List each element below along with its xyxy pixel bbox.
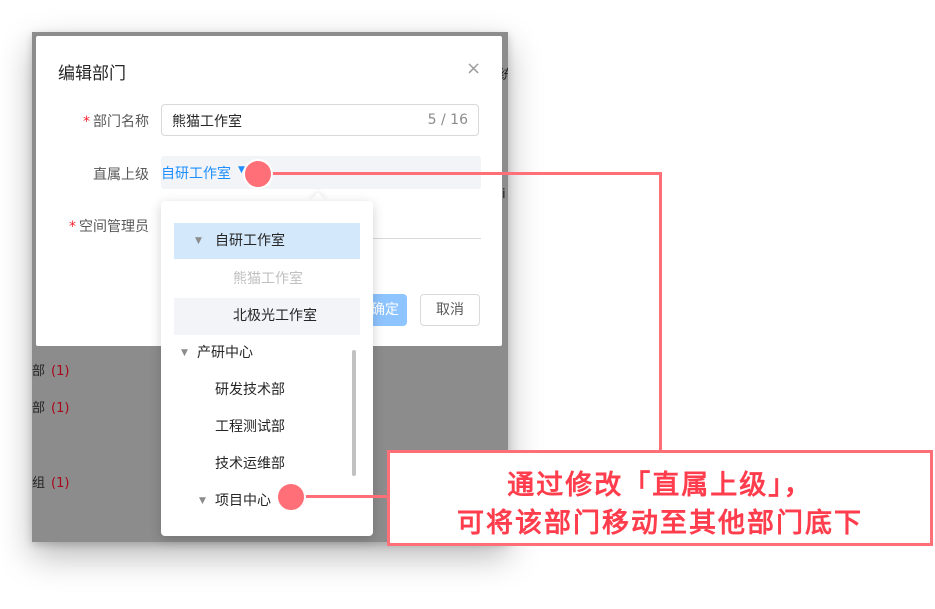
background-item-label: 组 <box>32 476 46 491</box>
tree-node-beijiguang[interactable]: 北极光工作室 <box>233 298 317 334</box>
background-list-item: 部 (1) <box>32 397 69 416</box>
dept-name-label-text: 部门名称 <box>93 114 149 130</box>
parent-label: 直属上级 <box>93 167 149 183</box>
annotation-callout: 通过修改「直属上级」， 可将该部门移动至其他部门底下 <box>387 450 933 546</box>
tree-node-label: 项目中心 <box>215 493 271 509</box>
background-list-item: 部 (1) <box>32 360 69 379</box>
annotation-line <box>270 172 662 175</box>
parent-tree-dropdown: ▼ 自研工作室 熊猫工作室 北极光工作室 ▼ 产研中心 研发技术部 工程测试部 … <box>161 201 373 536</box>
cancel-button[interactable]: 取消 <box>420 294 480 326</box>
admin-label-text: 空间管理员 <box>79 219 149 235</box>
tree-node-chanyan[interactable]: ▼ 产研中心 <box>181 335 253 371</box>
admin-label: * 空间管理员 <box>29 216 149 236</box>
tree-node-ziyan[interactable]: ▼ 自研工作室 <box>195 223 285 259</box>
ok-button[interactable]: 确定 <box>367 294 407 326</box>
dept-name-counter: 5 / 16 <box>427 112 468 128</box>
dropdown-scrollbar[interactable] <box>352 350 356 476</box>
tree-node-gongcheng[interactable]: 工程测试部 <box>215 409 285 445</box>
caret-down-icon: ▼ <box>199 496 206 506</box>
admin-input-underline[interactable] <box>354 238 481 239</box>
caret-down-icon: ▼ <box>195 236 202 246</box>
parent-value: 自研工作室 <box>161 166 231 182</box>
tree-node-yunwei[interactable]: 技术运维部 <box>215 446 285 482</box>
annotation-dot <box>243 159 273 189</box>
tree-node-yanfa[interactable]: 研发技术部 <box>215 372 285 408</box>
dept-name-label: * 部门名称 <box>29 111 149 131</box>
tree-node-label: 产研中心 <box>197 345 253 361</box>
annotation-dot <box>276 482 306 512</box>
dept-name-value: 熊猫工作室 <box>172 114 242 130</box>
callout-line-2: 可将该部门移动至其他部门底下 <box>457 508 863 539</box>
annotation-line <box>659 172 662 452</box>
background-list-item: 组 (1) <box>32 472 69 491</box>
background-item-count: (1) <box>51 401 70 416</box>
modal-title: 编辑部门 <box>58 64 126 84</box>
dept-name-input[interactable]: 熊猫工作室 5 / 16 <box>161 104 479 136</box>
tree-node-xiongmao: 熊猫工作室 <box>233 271 303 287</box>
background-item-label: 部 <box>32 364 46 379</box>
background-item-count: (1) <box>51 364 70 379</box>
background-item-label: 部 <box>32 401 46 416</box>
background-item-count: (1) <box>51 476 70 491</box>
annotation-line <box>300 495 390 498</box>
required-mark: * <box>69 219 76 235</box>
tree-node-xiangmu[interactable]: ▼ 项目中心 <box>199 483 271 519</box>
tree-node-label: 自研工作室 <box>215 233 285 249</box>
close-icon[interactable]: × <box>466 60 481 78</box>
caret-down-icon: ▼ <box>181 348 188 358</box>
callout-line-1: 通过修改「直属上级」， <box>507 470 813 501</box>
required-mark: * <box>83 114 90 130</box>
background-cut-text: i <box>502 187 506 202</box>
